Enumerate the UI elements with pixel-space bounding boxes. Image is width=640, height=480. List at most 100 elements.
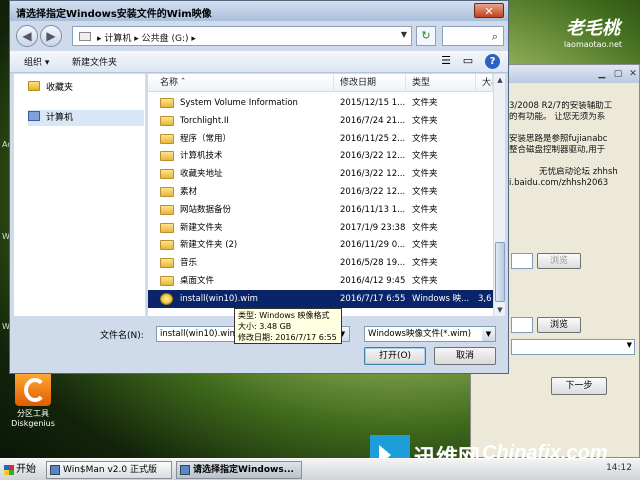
nav-label: 收藏夹	[46, 83, 74, 93]
folder-icon	[160, 115, 174, 126]
desc-line: 整合磁盘控制器驱动,用于	[509, 145, 606, 155]
chevron-down-icon[interactable]: ▼	[482, 327, 495, 341]
new-folder-button[interactable]: 新建文件夹	[72, 55, 117, 68]
start-button[interactable]: 开始	[2, 461, 40, 479]
address-bar[interactable]: ▸ 计算机 ▸ 公共盘 (G:) ▸ ▼	[72, 26, 412, 46]
table-row[interactable]: 程序（常用） 2016/11/25 2... 文件夹	[148, 130, 493, 148]
file-list: 名称 ˆ 修改日期 类型 大小 System Volume Informatio…	[148, 74, 505, 316]
file-date: 2016/3/22 12...	[340, 187, 406, 197]
column-headers: 名称 ˆ 修改日期 类型 大小	[148, 74, 493, 92]
open-button[interactable]: 打开(O)	[364, 347, 426, 365]
task-label: 请选择指定Windows...	[193, 465, 294, 475]
file-name: 新建文件夹	[180, 222, 223, 233]
filetype-select[interactable]: Windows映像文件(*.wim) ▼	[364, 326, 496, 342]
file-type: 文件夹	[412, 187, 438, 197]
help-icon[interactable]: ?	[485, 54, 500, 69]
desc-line	[509, 156, 640, 167]
folder-icon	[160, 258, 174, 269]
nav-item-favorites[interactable]: 收藏夹	[28, 80, 144, 96]
table-row[interactable]: System Volume Information 2015/12/15 1...…	[148, 94, 493, 112]
nav-item-computer[interactable]: 计算机	[28, 110, 144, 126]
file-date: 2017/1/9 23:38	[340, 222, 406, 233]
diskgenius-desktop-icon[interactable]: 分区工具 Diskgenius	[10, 370, 56, 428]
refresh-icon[interactable]: ↻	[416, 26, 436, 46]
column-name[interactable]: 名称 ˆ	[148, 74, 334, 92]
brand-url: laomaotao.net	[563, 40, 622, 49]
app-icon	[50, 465, 60, 475]
organize-menu[interactable]: 组织 ▾	[24, 55, 49, 68]
dialog-title: 请选择指定Windows安装文件的Wim映像	[16, 9, 212, 20]
column-size[interactable]: 大小	[476, 74, 493, 92]
folder-icon	[160, 133, 174, 144]
file-name: 计算机技术	[180, 151, 223, 162]
table-row[interactable]: 收藏夹地址 2016/3/22 12... 文件夹	[148, 165, 493, 183]
close-icon[interactable]: ✕	[626, 68, 640, 80]
table-row[interactable]: Torchlight.II 2016/7/24 21... 文件夹	[148, 112, 493, 130]
path-field[interactable]	[511, 317, 533, 333]
desc-line: 安装思路是参照fujianabc	[509, 134, 608, 144]
table-row-selected[interactable]: install(win10).wim 2016/7/17 6:55 Window…	[148, 290, 493, 308]
forward-arrow-icon[interactable]: ▶	[40, 25, 62, 47]
select-field[interactable]: ▼	[511, 339, 635, 355]
navigation-bar: ◀ ▶ ▸ 计算机 ▸ 公共盘 (G:) ▸ ▼ ↻ ⌕	[14, 23, 504, 49]
table-row[interactable]: 素材 2016/3/22 12... 文件夹	[148, 183, 493, 201]
taskbar-item-dialog[interactable]: 请选择指定Windows...	[176, 461, 302, 479]
desc-line: 3/2008 R2/7的安装辅助工	[509, 101, 613, 111]
minimize-icon[interactable]: ▁	[595, 68, 609, 80]
next-button[interactable]: 下一步	[551, 377, 607, 395]
browse-button[interactable]: 浏览	[537, 317, 581, 333]
desc-line	[509, 123, 640, 134]
cancel-button[interactable]: 取消	[434, 347, 496, 365]
file-date: 2016/11/29 0...	[340, 240, 406, 251]
table-row[interactable]: 计算机技术 2016/3/22 12... 文件夹	[148, 147, 493, 165]
column-date[interactable]: 修改日期	[334, 74, 406, 92]
filename-value: install(win10).wim	[160, 329, 238, 339]
file-type: 文件夹	[412, 133, 438, 144]
file-date: 2016/7/24 21...	[340, 115, 406, 126]
dialog-toolbar: 组织 ▾ 新建文件夹 ☰ ▭ ?	[10, 51, 508, 73]
back-arrow-icon[interactable]: ◀	[16, 25, 38, 47]
search-input[interactable]: ⌕	[442, 26, 504, 46]
folder-icon	[160, 169, 174, 180]
table-row[interactable]: 新建文件夹 2017/1/9 23:38 文件夹	[148, 219, 493, 237]
file-name: 素材	[180, 187, 198, 197]
desc-line: 无忧启动论坛 zhhsh	[539, 167, 618, 177]
breadcrumb[interactable]: ▸ 计算机 ▸ 公共盘 (G:) ▸	[97, 31, 196, 44]
computer-icon	[28, 111, 40, 121]
table-row[interactable]: 桌面文件 2016/4/12 9:45 文件夹	[148, 272, 493, 290]
taskbar-item-winsman[interactable]: Win$Man v2.0 正式版	[46, 461, 172, 479]
drive-icon	[79, 32, 91, 41]
preview-pane-icon[interactable]: ▭	[460, 54, 476, 68]
scroll-up-icon[interactable]: ▲	[494, 74, 506, 86]
winsman-description: 3/2008 R2/7的安装辅助工 的有功能。 让您无须为系 安装思路是参照fu…	[509, 101, 640, 189]
folder-icon	[160, 151, 174, 162]
favorites-star-icon	[28, 81, 40, 91]
view-options-icon[interactable]: ☰	[438, 54, 454, 68]
file-type: 文件夹	[412, 151, 438, 162]
vertical-scrollbar[interactable]: ▲ ▼	[493, 74, 505, 316]
filename-label: 文件名(N):	[100, 331, 144, 341]
folder-icon	[160, 222, 174, 233]
close-icon[interactable]: ✕	[474, 3, 504, 18]
column-type[interactable]: 类型	[406, 74, 476, 92]
scroll-thumb[interactable]	[495, 242, 505, 302]
file-tooltip: 类型: Windows 映像格式 大小: 3.48 GB 修改日期: 2016/…	[234, 308, 342, 344]
diskgenius-icon	[15, 370, 51, 406]
folder-icon	[160, 240, 174, 251]
folder-icon	[160, 187, 174, 197]
path-field[interactable]	[511, 253, 533, 269]
file-type: 文件夹	[412, 169, 438, 180]
maximize-icon[interactable]: ▢	[611, 68, 625, 80]
table-row[interactable]: 网站数据备份 2016/11/13 1... 文件夹	[148, 201, 493, 219]
desktop-icon-label: Diskgenius	[11, 419, 55, 428]
file-name: install(win10).wim	[180, 294, 258, 304]
browse-button[interactable]: 浏览	[537, 253, 581, 269]
table-row[interactable]: 新建文件夹 (2) 2016/11/29 0... 文件夹	[148, 236, 493, 254]
column-label: 名称	[160, 78, 179, 88]
file-name: 新建文件夹 (2)	[180, 240, 238, 251]
scroll-down-icon[interactable]: ▼	[494, 304, 506, 316]
table-row[interactable]: 音乐 2016/5/28 19... 文件夹	[148, 254, 493, 272]
task-label: Win$Man v2.0 正式版	[63, 465, 157, 475]
dialog-titlebar: 请选择指定Windows安装文件的Wim映像 ✕	[10, 1, 508, 21]
chevron-down-icon[interactable]: ▼	[401, 30, 407, 39]
